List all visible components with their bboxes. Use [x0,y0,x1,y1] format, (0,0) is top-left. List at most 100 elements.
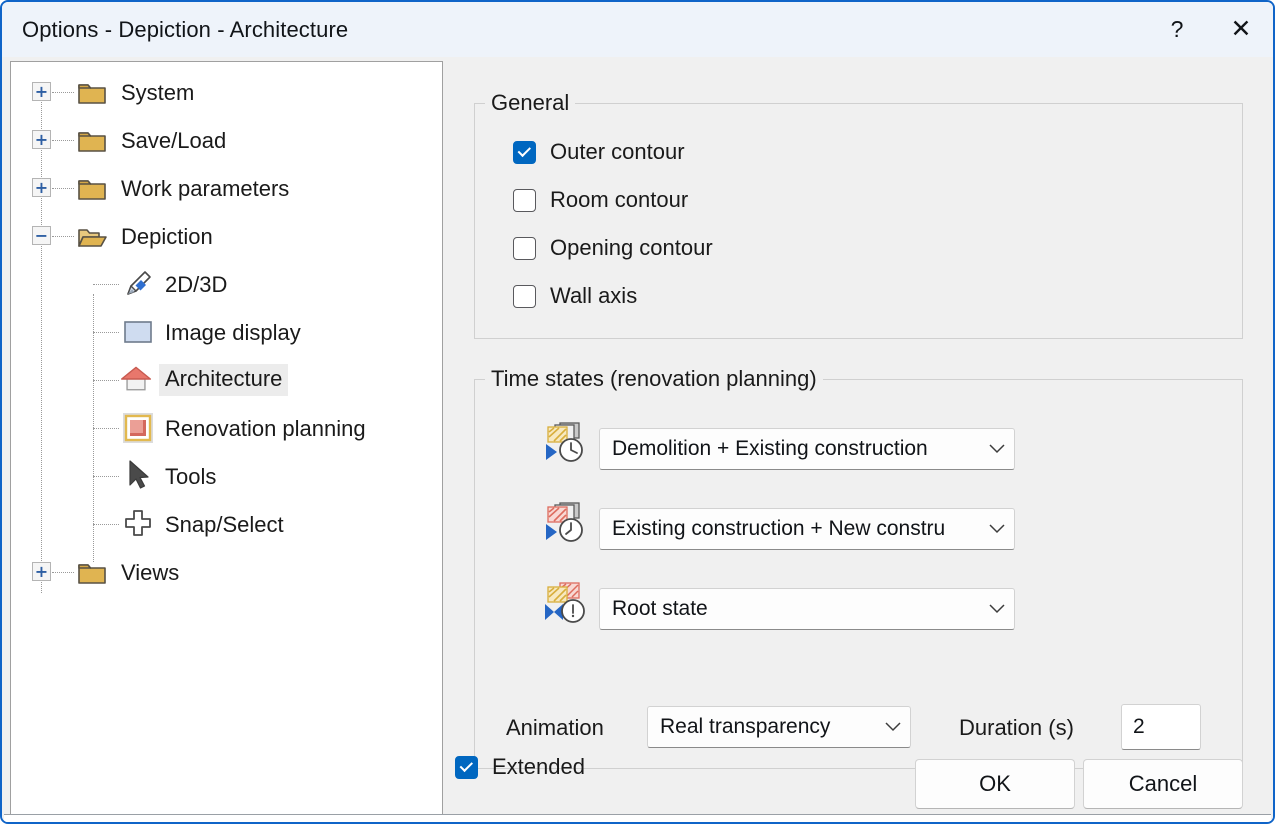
house-icon [119,362,153,396]
tree-item-label: Renovation planning [165,416,366,441]
tree-connector [93,284,119,285]
expander-views[interactable]: + [32,562,51,581]
expander-system[interactable]: + [32,82,51,101]
close-icon: ✕ [1230,15,1252,43]
chevron-down-icon [980,524,1014,534]
tree-connector [93,524,119,525]
folder-closed-icon [75,124,109,158]
checkbox-outer-contour[interactable] [513,140,536,164]
animation-value: Real transparency [660,715,831,738]
time-states-group: Time states (renovation planning) Demoli… [474,366,1243,769]
folder-closed-icon [75,76,109,110]
checkbox-row-wall-axis[interactable]: Wall axis [513,283,637,309]
question-mark-icon: ? [1170,16,1184,42]
tree-connector [93,476,119,477]
checkbox-row-extended[interactable]: Extended [455,754,585,780]
checkbox-row-opening-contour[interactable]: Opening contour [513,235,713,261]
time-state-2-dropdown[interactable]: Existing construction + New constru [599,508,1015,550]
cancel-button[interactable]: Cancel [1083,759,1243,809]
window-bottom-strip [4,814,1271,822]
ok-button[interactable]: OK [915,759,1075,809]
page-title: Options - Depiction - Architecture [22,16,349,42]
checkbox-label: Wall axis [550,283,638,308]
checkbox-room-contour[interactable] [513,188,536,212]
tree-connector [52,236,74,237]
duration-label: Duration (s) [959,715,1074,740]
time-state-forward-icon [543,500,591,544]
help-button[interactable]: ? [1145,3,1209,56]
navigation-tree: + System + Save/Load + Work parameters −… [11,62,442,598]
checkbox-row-room-contour[interactable]: Room contour [513,187,688,213]
checkbox-row-outer-contour[interactable]: Outer contour [513,139,685,165]
time-state-root-icon [543,580,591,624]
folder-closed-icon [75,172,109,206]
tree-connector [93,380,119,381]
time-states-group-legend: Time states (renovation planning) [485,366,823,392]
tree-item-label: Architecture [159,364,289,396]
expander-depiction[interactable]: − [32,226,51,245]
tree-connector [93,428,119,429]
expander-work-parameters[interactable]: + [32,178,51,197]
tree-item-label: Image display [165,320,301,345]
time-state-3-dropdown[interactable]: Root state [599,588,1015,630]
checkbox-label: Opening contour [550,235,713,260]
chevron-down-icon [980,604,1014,614]
plus-outline-icon [121,507,155,541]
checkbox-label: Outer contour [550,139,685,164]
arrow-cursor-icon [121,458,155,492]
settings-panel: General Outer contour Room contour Openi… [443,57,1273,822]
chevron-down-icon [980,444,1014,454]
tree-item-architecture[interactable]: Architecture [11,358,442,406]
animation-label: Animation [506,715,604,740]
checkbox-wall-axis[interactable] [513,284,536,308]
tree-item-label: Views [121,560,180,585]
folder-closed-icon [75,556,109,590]
navigation-tree-panel: + System + Save/Load + Work parameters −… [10,61,443,818]
tree-connector [52,92,74,93]
options-dialog: Options - Depiction - Architecture ? ✕ + [0,0,1275,824]
duration-input[interactable]: 2 [1121,704,1201,750]
tree-item-label: Depiction [121,224,213,249]
tree-item-2d-3d[interactable]: 2D/3D [11,262,442,310]
time-state-1-dropdown[interactable]: Demolition + Existing construction [599,428,1015,470]
framed-wall-icon [121,411,155,445]
tree-item-label: Snap/Select [165,512,284,537]
tree-connector [93,332,119,333]
general-group-legend: General [485,90,576,116]
tree-item-system[interactable]: + System [11,70,442,118]
tree-item-label: Save/Load [121,128,227,153]
tree-item-views[interactable]: + Views [11,550,442,598]
tree-item-image-display[interactable]: Image display [11,310,442,358]
close-button[interactable]: ✕ [1209,3,1273,56]
tree-item-work-parameters[interactable]: + Work parameters [11,166,442,214]
tree-connector [52,140,74,141]
tree-item-label: 2D/3D [165,272,228,297]
tree-item-depiction[interactable]: − Depiction [11,214,442,262]
general-group: General Outer contour Room contour Openi… [474,90,1243,339]
tree-item-tools[interactable]: Tools [11,454,442,502]
tree-item-save-load[interactable]: + Save/Load [11,118,442,166]
tree-connector [52,572,74,573]
checkbox-opening-contour[interactable] [513,236,536,260]
animation-dropdown[interactable]: Real transparency [647,706,911,748]
expander-save-load[interactable]: + [32,130,51,149]
tree-item-label: Work parameters [121,176,290,201]
dialog-body: + System + Save/Load + Work parameters −… [2,57,1273,822]
checkbox-label: Extended [492,754,585,779]
tree-item-snap-select[interactable]: Snap/Select [11,502,442,550]
tree-item-renovation-planning[interactable]: Renovation planning [11,406,442,454]
time-state-3-value: Root state [612,597,708,620]
time-state-back-icon [543,420,591,464]
image-rect-icon [121,315,155,349]
time-state-1-value: Demolition + Existing construction [612,437,928,460]
checkbox-extended[interactable] [455,755,478,779]
title-bar: Options - Depiction - Architecture ? ✕ [2,2,1273,57]
time-state-2-value: Existing construction + New constru [612,517,946,540]
pencil-icon [121,267,155,301]
tree-connector [52,188,74,189]
tree-item-label: Tools [165,464,217,489]
checkbox-label: Room contour [550,187,689,212]
tree-item-label: System [121,80,195,105]
chevron-down-icon [876,722,910,732]
folder-open-icon [75,220,109,254]
